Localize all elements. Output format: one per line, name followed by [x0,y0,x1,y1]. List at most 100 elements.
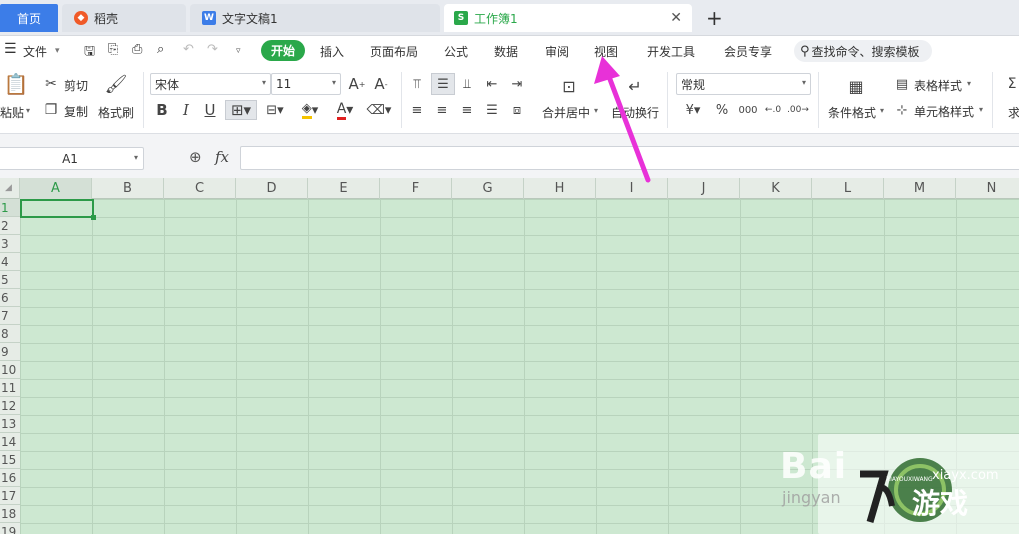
quick-access-dropdown-icon[interactable]: ▿ [236,46,241,56]
tab-home[interactable]: 首页 [0,4,58,32]
align-right-icon[interactable]: ≡ [458,101,476,119]
cell-style-dropdown-icon[interactable]: ▾ [979,105,983,114]
row-header-8[interactable]: 8 [0,325,20,343]
italic-icon[interactable]: I [177,101,195,119]
print-icon[interactable]: ⎙ [132,42,142,57]
row-header-15[interactable]: 15 [0,451,20,469]
bold-icon[interactable]: B [153,101,171,119]
save-icon[interactable]: 🖫 [84,42,95,64]
conditional-format-icon[interactable]: ▦ [843,74,869,98]
column-header-c[interactable]: C [164,178,236,199]
row-header-18[interactable]: 18 [0,505,20,523]
column-header-f[interactable]: F [380,178,452,199]
name-box[interactable]: A1 ▾ [0,147,144,170]
fill-color-icon[interactable]: ◈ ▾ [296,101,324,119]
column-header-e[interactable]: E [308,178,380,199]
menu-data[interactable]: 数据 [494,43,518,60]
paste-button[interactable]: 粘贴 [0,104,24,121]
redo-icon[interactable]: ↷ [207,42,218,57]
row-header-7[interactable]: 7 [0,307,20,325]
format-painter-icon[interactable]: 🖌 [104,72,128,96]
align-bottom-icon[interactable]: ⫫ [458,75,476,93]
scissors-icon[interactable]: ✂ [42,75,60,93]
paste-dropdown-icon[interactable]: ▾ [26,106,30,115]
align-middle-icon[interactable]: ☰ [431,73,455,95]
percent-icon[interactable]: % [713,101,731,119]
row-header-1[interactable]: 1 [0,199,20,217]
close-tab-icon[interactable]: ✕ [670,10,682,26]
column-header-g[interactable]: G [452,178,524,199]
menu-start[interactable]: 开始 [261,40,305,61]
conditional-format-dropdown-icon[interactable]: ▾ [880,106,884,115]
column-header-m[interactable]: M [884,178,956,199]
row-header-16[interactable]: 16 [0,469,20,487]
command-search-box[interactable]: ⚲ 查找命令、搜索模板 [794,40,932,62]
font-color-icon[interactable]: A ▾ [331,101,359,120]
align-left-icon[interactable]: ≡ [408,101,426,119]
menu-review[interactable]: 审阅 [545,43,569,60]
increase-font-icon[interactable]: A + [347,75,367,93]
chevron-down-icon[interactable]: ▾ [55,46,60,56]
format-painter-button[interactable]: 格式刷 [98,104,134,121]
sum-button[interactable]: 求 [1008,104,1019,121]
decrease-font-icon[interactable]: A- [371,75,391,93]
decrease-decimal-icon[interactable]: .00→ [787,101,809,119]
row-header-14[interactable]: 14 [0,433,20,451]
row-header-19[interactable]: 19 [0,523,20,534]
column-header-a[interactable]: A [20,178,92,199]
font-name-select[interactable]: 宋体 ▾ [150,73,271,95]
justify-icon[interactable]: ☰ [483,101,501,119]
export-icon[interactable]: ⎘ [108,42,118,57]
underline-icon[interactable]: U [201,101,219,119]
row-header-3[interactable]: 3 [0,235,20,253]
currency-icon[interactable]: ¥▾ [680,101,706,119]
table-style-icon[interactable]: ▤ [893,75,911,93]
column-header-j[interactable]: J [668,178,740,199]
row-header-17[interactable]: 17 [0,487,20,505]
tab-workbook[interactable]: S 工作簿1 ✕ [444,4,692,32]
cell-style-button[interactable]: 单元格样式 [914,103,974,120]
menu-member[interactable]: 会员专享 [724,43,772,60]
new-tab-button[interactable]: + [706,6,723,30]
column-header-k[interactable]: K [740,178,812,199]
distributed-align-icon[interactable]: ⧈ [508,101,526,119]
merge-center-button[interactable]: 合并居中 [542,104,590,121]
decrease-indent-icon[interactable]: ⇤ [483,75,501,93]
column-header-d[interactable]: D [236,178,308,199]
menu-insert[interactable]: 插入 [320,43,344,60]
menu-formula[interactable]: 公式 [444,43,468,60]
fill-pattern-icon[interactable]: ⊟▾ [262,101,288,119]
merge-cells-icon[interactable]: ⊡ [556,74,582,98]
tab-document[interactable]: W 文字文稿1 [190,4,440,32]
copy-button[interactable]: 复制 [64,103,88,120]
align-top-icon[interactable]: ⫪ [408,75,426,93]
tab-daoke[interactable]: ◆ 稻壳 [62,4,186,32]
zoom-search-icon[interactable]: ⊕ [189,148,202,166]
sum-icon[interactable]: Σ [1005,75,1019,93]
row-header-11[interactable]: 11 [0,379,20,397]
active-cell-a1[interactable] [20,199,96,220]
align-center-icon[interactable]: ≡ [433,101,451,119]
number-format-select[interactable]: 常规 ▾ [676,73,811,95]
select-all-corner[interactable]: ◢ [0,178,20,199]
menu-file[interactable]: 文件 [23,43,47,60]
row-header-13[interactable]: 13 [0,415,20,433]
font-size-select[interactable]: 11 ▾ [271,73,341,95]
thousands-separator-icon[interactable]: 000 [737,101,759,119]
borders-icon[interactable]: ⊞▾ [225,100,257,120]
copy-icon[interactable]: ❐ [42,101,60,119]
row-header-2[interactable]: 2 [0,217,20,235]
cell-style-icon[interactable]: ⊹ [893,101,911,119]
paste-icon[interactable]: 📋 [4,72,29,96]
table-style-dropdown-icon[interactable]: ▾ [967,79,971,88]
column-header-l[interactable]: L [812,178,884,199]
row-header-10[interactable]: 10 [0,361,20,379]
hamburger-icon[interactable]: ☰ [4,41,17,57]
increase-decimal-icon[interactable]: ←.0 [762,101,784,119]
function-icon[interactable]: fx [215,148,229,166]
column-header-b[interactable]: B [92,178,164,199]
row-header-6[interactable]: 6 [0,289,20,307]
cut-button[interactable]: 剪切 [64,77,88,94]
menu-page-layout[interactable]: 页面布局 [370,43,418,60]
clear-format-icon[interactable]: ⌫▾ [365,101,393,119]
